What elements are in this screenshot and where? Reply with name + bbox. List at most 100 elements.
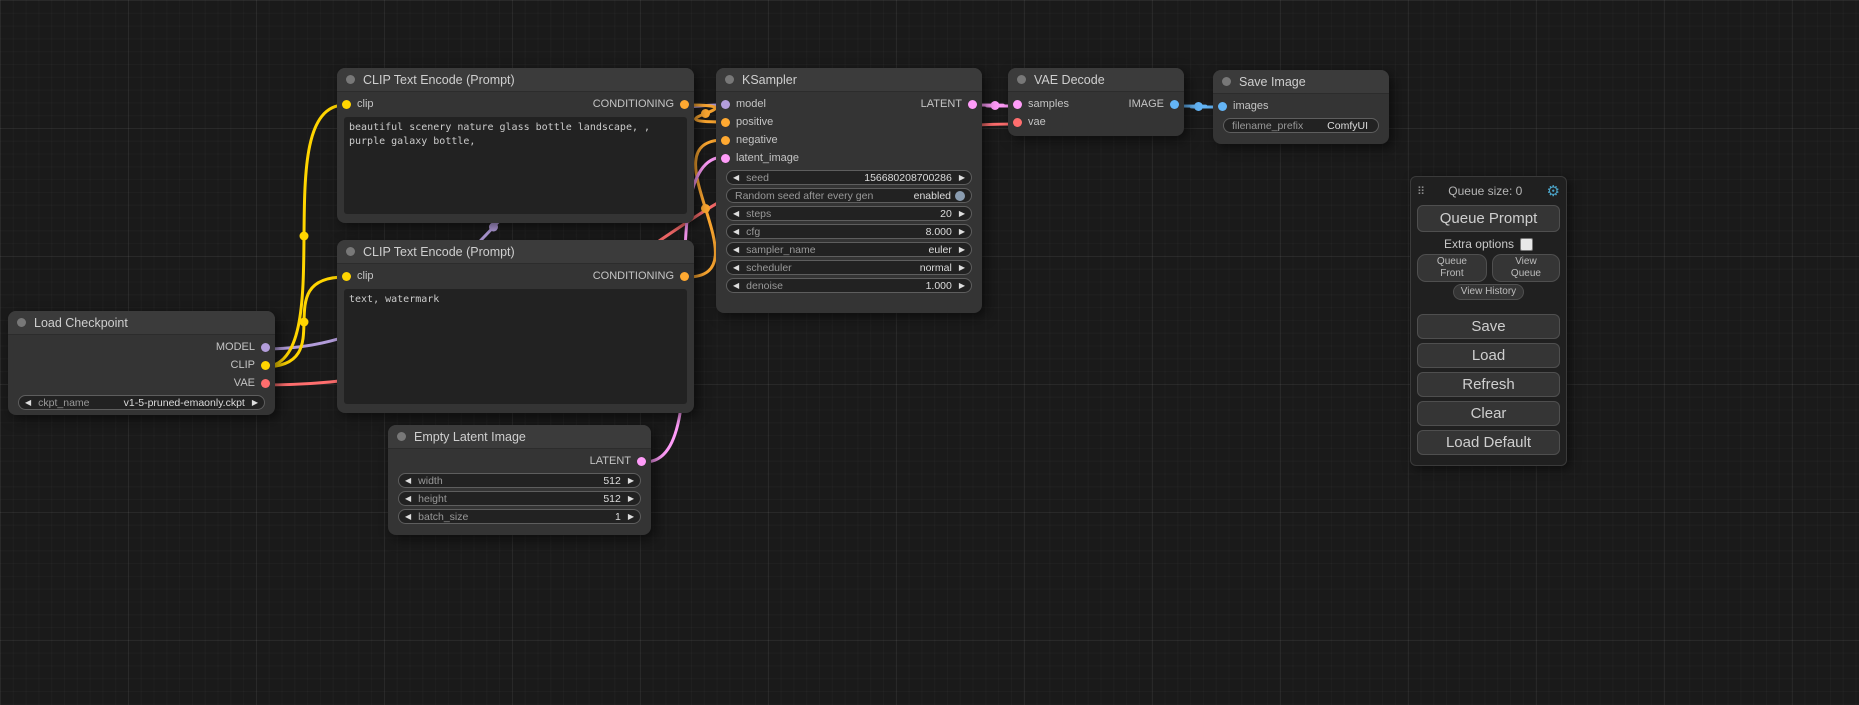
node-title: Empty Latent Image bbox=[414, 430, 526, 444]
arrow-left-icon[interactable]: ◀ bbox=[733, 246, 739, 254]
arrow-left-icon[interactable]: ◀ bbox=[405, 513, 411, 521]
widget-batch-size[interactable]: ◀ batch_size 1 ▶ bbox=[398, 509, 641, 524]
clip-output-dot[interactable] bbox=[261, 361, 270, 370]
clip-input-dot[interactable] bbox=[342, 100, 351, 109]
model-output-dot[interactable] bbox=[261, 343, 270, 352]
widget-control-after-generate[interactable]: Random seed after every gen enabled bbox=[726, 188, 972, 203]
node-ksampler[interactable]: KSampler model LATENT positive bbox=[716, 68, 982, 313]
load-button[interactable]: Load bbox=[1417, 343, 1560, 368]
slot-label: latent_image bbox=[736, 152, 799, 164]
load-default-button[interactable]: Load Default bbox=[1417, 430, 1560, 455]
model-input-dot[interactable] bbox=[721, 100, 730, 109]
collapse-dot-icon[interactable] bbox=[17, 318, 26, 327]
widget-sampler-name[interactable]: ◀ sampler_name euler ▶ bbox=[726, 242, 972, 257]
conditioning-output-dot[interactable] bbox=[680, 100, 689, 109]
arrow-right-icon[interactable]: ▶ bbox=[959, 174, 965, 182]
slot-label: model bbox=[736, 98, 766, 110]
samples-input-dot[interactable] bbox=[1013, 100, 1022, 109]
arrow-right-icon[interactable]: ▶ bbox=[959, 264, 965, 272]
drag-handle-icon[interactable]: ⠿ bbox=[1417, 185, 1424, 198]
latent-output-dot[interactable] bbox=[637, 457, 646, 466]
node-title-bar[interactable]: CLIP Text Encode (Prompt) bbox=[337, 68, 694, 92]
refresh-button[interactable]: Refresh bbox=[1417, 372, 1560, 397]
negative-prompt-textarea[interactable]: text, watermark bbox=[344, 289, 687, 404]
widget-label: scheduler bbox=[746, 262, 792, 274]
widget-steps[interactable]: ◀ steps 20 ▶ bbox=[726, 206, 972, 221]
arrow-left-icon[interactable]: ◀ bbox=[733, 210, 739, 218]
input-slot-latent-image: latent_image bbox=[716, 149, 982, 167]
latent-output-dot[interactable] bbox=[968, 100, 977, 109]
collapse-dot-icon[interactable] bbox=[1222, 77, 1231, 86]
arrow-right-icon[interactable]: ▶ bbox=[959, 282, 965, 290]
slot-label: CLIP bbox=[231, 359, 255, 371]
widget-width[interactable]: ◀ width 512 ▶ bbox=[398, 473, 641, 488]
arrow-left-icon[interactable]: ◀ bbox=[25, 399, 31, 407]
arrow-left-icon[interactable]: ◀ bbox=[733, 264, 739, 272]
graph-canvas[interactable]: Load Checkpoint MODEL CLIP VAE bbox=[0, 0, 1859, 705]
collapse-dot-icon[interactable] bbox=[346, 75, 355, 84]
arrow-right-icon[interactable]: ▶ bbox=[959, 228, 965, 236]
arrow-left-icon[interactable]: ◀ bbox=[733, 282, 739, 290]
node-title-bar[interactable]: Empty Latent Image bbox=[388, 425, 651, 449]
node-clip-text-encode-negative[interactable]: CLIP Text Encode (Prompt) clip CONDITION… bbox=[337, 240, 694, 413]
menu-header: ⠿ Queue size: 0 ⚙ bbox=[1417, 181, 1560, 201]
node-title-bar[interactable]: KSampler bbox=[716, 68, 982, 92]
widget-cfg[interactable]: ◀ cfg 8.000 ▶ bbox=[726, 224, 972, 239]
arrow-left-icon[interactable]: ◀ bbox=[405, 477, 411, 485]
clear-button[interactable]: Clear bbox=[1417, 401, 1560, 426]
images-input-dot[interactable] bbox=[1218, 102, 1227, 111]
conditioning-output-dot[interactable] bbox=[680, 272, 689, 281]
widget-height[interactable]: ◀ height 512 ▶ bbox=[398, 491, 641, 506]
arrow-right-icon[interactable]: ▶ bbox=[252, 399, 258, 407]
positive-input-dot[interactable] bbox=[721, 118, 730, 127]
slot-label: MODEL bbox=[216, 341, 255, 353]
save-button[interactable]: Save bbox=[1417, 314, 1560, 339]
negative-input-dot[interactable] bbox=[721, 136, 730, 145]
queue-prompt-button[interactable]: Queue Prompt bbox=[1417, 205, 1560, 232]
settings-gear-icon[interactable]: ⚙ bbox=[1547, 184, 1560, 199]
latent-image-input-dot[interactable] bbox=[721, 154, 730, 163]
slot-label: CONDITIONING bbox=[593, 98, 674, 110]
view-queue-button[interactable]: View Queue bbox=[1492, 254, 1560, 282]
node-title-bar[interactable]: VAE Decode bbox=[1008, 68, 1184, 92]
arrow-right-icon[interactable]: ▶ bbox=[628, 477, 634, 485]
toggle-indicator-icon[interactable] bbox=[955, 191, 965, 201]
collapse-dot-icon[interactable] bbox=[346, 247, 355, 256]
widget-filename-prefix[interactable]: filename_prefix ComfyUI bbox=[1223, 118, 1379, 133]
arrow-right-icon[interactable]: ▶ bbox=[959, 246, 965, 254]
node-empty-latent-image[interactable]: Empty Latent Image LATENT ◀ width 512 ▶ … bbox=[388, 425, 651, 535]
collapse-dot-icon[interactable] bbox=[1017, 75, 1026, 84]
arrow-left-icon[interactable]: ◀ bbox=[733, 174, 739, 182]
image-output-dot[interactable] bbox=[1170, 100, 1179, 109]
node-title-bar[interactable]: Load Checkpoint bbox=[8, 311, 275, 335]
slot-label: images bbox=[1233, 100, 1268, 112]
positive-prompt-textarea[interactable]: beautiful scenery nature glass bottle la… bbox=[344, 117, 687, 214]
widget-scheduler[interactable]: ◀ scheduler normal ▶ bbox=[726, 260, 972, 275]
node-clip-text-encode-positive[interactable]: CLIP Text Encode (Prompt) clip CONDITION… bbox=[337, 68, 694, 223]
node-load-checkpoint[interactable]: Load Checkpoint MODEL CLIP VAE bbox=[8, 311, 275, 415]
input-slot-vae: vae bbox=[1008, 113, 1184, 131]
widget-ckpt-name[interactable]: ◀ ckpt_name v1-5-pruned-emaonly.ckpt ▶ bbox=[18, 395, 265, 410]
slot-row: clip CONDITIONING bbox=[337, 95, 694, 113]
arrow-left-icon[interactable]: ◀ bbox=[733, 228, 739, 236]
queue-front-button[interactable]: Queue Front bbox=[1417, 254, 1487, 282]
view-history-button[interactable]: View History bbox=[1453, 284, 1524, 300]
link-dot-ksampler-latent-to-vae-decode bbox=[991, 101, 1000, 110]
node-title-bar[interactable]: CLIP Text Encode (Prompt) bbox=[337, 240, 694, 264]
arrow-left-icon[interactable]: ◀ bbox=[405, 495, 411, 503]
node-vae-decode[interactable]: VAE Decode samples IMAGE vae bbox=[1008, 68, 1184, 136]
collapse-dot-icon[interactable] bbox=[725, 75, 734, 84]
vae-output-dot[interactable] bbox=[261, 379, 270, 388]
arrow-right-icon[interactable]: ▶ bbox=[628, 495, 634, 503]
arrow-right-icon[interactable]: ▶ bbox=[628, 513, 634, 521]
vae-input-dot[interactable] bbox=[1013, 118, 1022, 127]
clip-input-dot[interactable] bbox=[342, 272, 351, 281]
widget-denoise[interactable]: ◀ denoise 1.000 ▶ bbox=[726, 278, 972, 293]
arrow-right-icon[interactable]: ▶ bbox=[959, 210, 965, 218]
extra-options-checkbox[interactable] bbox=[1520, 238, 1533, 251]
collapse-dot-icon[interactable] bbox=[397, 432, 406, 441]
widget-label: ckpt_name bbox=[38, 397, 89, 409]
node-save-image[interactable]: Save Image images filename_prefix ComfyU… bbox=[1213, 70, 1389, 144]
widget-seed[interactable]: ◀ seed 156680208700286 ▶ bbox=[726, 170, 972, 185]
node-title-bar[interactable]: Save Image bbox=[1213, 70, 1389, 94]
